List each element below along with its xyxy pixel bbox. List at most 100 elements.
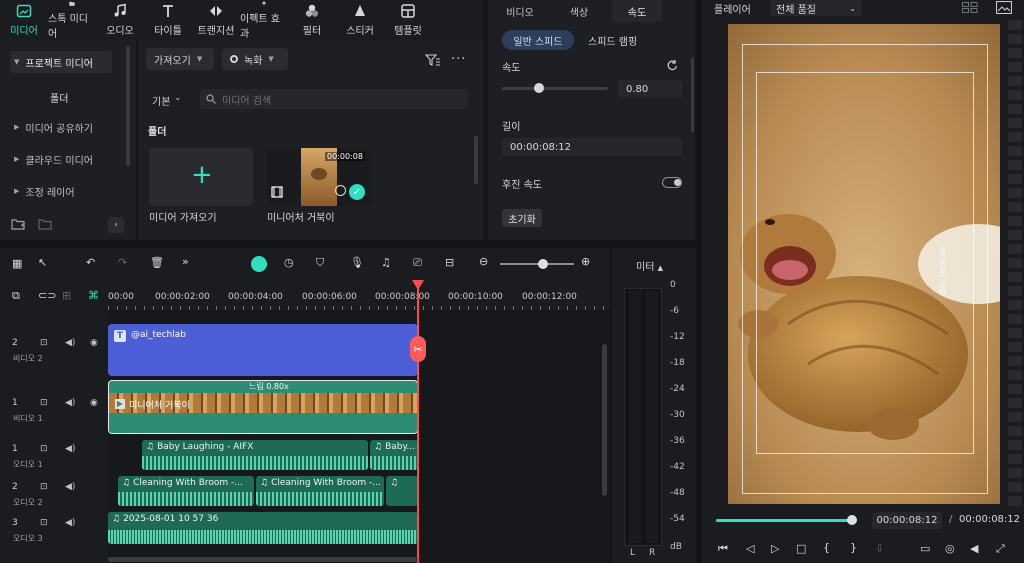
play-icon[interactable]: ▷ [771,542,779,555]
current-time[interactable]: 00:00:08:12 [872,512,942,529]
eye-icon[interactable]: ◉ [90,398,98,408]
toolbar-effects[interactable]: 이펙트 효과 [240,0,288,40]
zoom-slider-knob[interactable] [538,259,548,269]
collapse-sidebar-button[interactable]: ‹ [108,217,124,233]
snapshot-icon[interactable]: ◎ [945,542,955,555]
player-progress-knob[interactable] [847,515,857,525]
volume-icon[interactable]: ◀) [65,482,75,492]
mark-out-icon[interactable]: } [850,541,857,554]
volume-icon[interactable]: ◀) [65,398,75,408]
audio-clip-recording[interactable]: ♫ 2025-08-01 10 57 36 [108,512,418,544]
sidebar-item-folder[interactable]: 폴더 [50,90,68,105]
step-back-icon[interactable]: ◁ [746,542,754,555]
grid-view-icon[interactable] [962,2,978,13]
lock-icon[interactable]: ⊡ [40,398,48,408]
media-search[interactable]: 미디어 검색 [200,89,468,109]
filter-sort-icon[interactable] [425,53,441,67]
sidebar-item-adjustment-layer[interactable]: ▶ 조정 레이어 [10,180,112,202]
playhead[interactable] [417,280,419,563]
search-input[interactable]: 미디어 검색 [222,92,271,107]
layout-icon[interactable]: ▦ [12,257,22,270]
shield-icon[interactable]: ⛉ [316,256,324,270]
reset-button[interactable]: 초기화 [502,209,542,227]
player-progress-bar[interactable] [716,515,857,525]
timeline-vertical-scrollbar[interactable] [602,344,607,496]
toolbar-stock-media[interactable]: 스톡 미디어 [48,0,96,40]
sidebar-scrollbar[interactable] [126,46,130,166]
record-dropdown[interactable]: 녹화 ▼ [222,48,288,70]
timeline-horizontal-scrollbar[interactable] [108,557,418,562]
add-track-icon[interactable]: ⧉ [12,289,20,303]
time-ruler[interactable]: 00:00 00:00:02:00 00:00:04:00 00:00:06:0… [108,280,610,310]
zoom-in-icon[interactable]: ⊕ [581,255,590,268]
reverse-speed-toggle[interactable] [662,177,682,188]
speed-value-field[interactable]: 0.80 [618,80,682,98]
undo-icon[interactable]: ↶ [86,256,95,269]
toolbar-filters[interactable]: 필터 [288,0,336,40]
delete-icon[interactable]: 🗑 [150,256,164,269]
mark-in-icon[interactable]: { [823,541,830,554]
subtab-normal-speed[interactable]: 일반 스피드 [502,30,574,50]
title-clip[interactable]: T @ai_techlab [108,324,418,376]
eye-icon[interactable]: ◉ [90,338,98,348]
reset-speed-icon[interactable] [666,59,678,71]
previous-frame-icon[interactable]: ⏮ [718,542,728,556]
audio-clip-broom-3[interactable]: ♫ [386,476,418,506]
toolbar-transitions[interactable]: 트랜지션 [192,0,240,40]
speed-tool-icon[interactable]: ◷ [284,256,294,269]
speed-slider-knob[interactable] [534,83,545,93]
volume-icon[interactable]: ◀) [65,338,75,348]
stop-icon[interactable]: □ [796,542,806,555]
more-tools-icon[interactable]: » [182,255,189,268]
volume-icon[interactable]: ◀) [65,518,75,528]
audio-clip-broom-2[interactable]: ♫ Cleaning With Broom -... [256,476,384,506]
lock-icon[interactable]: ⊡ [40,444,48,454]
more-options-icon[interactable]: ··· [451,52,466,67]
speed-slider[interactable] [502,83,608,93]
sidebar-item-project-media[interactable]: ▼ 프로젝트 미디어 [10,51,112,73]
zoom-out-icon[interactable]: ⊖ [479,255,488,268]
folder-icon[interactable] [38,218,52,230]
microphone-icon[interactable]: 🎙 [350,256,364,269]
insert-icon[interactable]: ⇩ [875,542,884,555]
sidebar-item-cloud-media[interactable]: ▶ 클라우드 미디어 [10,148,112,170]
audio-clip-baby-2[interactable]: ♫ Baby... [370,440,418,470]
screen-record-icon[interactable]: ⎚ [413,256,422,270]
properties-scrollbar[interactable] [691,58,694,132]
redo-icon[interactable]: ↷ [118,256,127,269]
audio-clip-broom-1[interactable]: ♫ Cleaning With Broom -... [118,476,254,506]
new-folder-icon[interactable] [11,218,25,230]
ai-tool-icon[interactable] [251,256,267,272]
timeline-area[interactable]: 00:00 00:00:02:00 00:00:04:00 00:00:06:0… [108,280,610,563]
toolbar-stickers[interactable]: 스티커 [336,0,384,40]
select-tool-icon[interactable]: ↖ [38,256,47,269]
fullscreen-icon[interactable]: ⤢ [996,542,1005,556]
subtab-speed-ramping[interactable]: 스피드 램핑 [588,33,637,48]
group-icon[interactable]: ⊞ [62,289,71,302]
meter-title-dropdown[interactable]: 미터 ▲ [636,258,663,273]
import-media-tile[interactable]: + [149,148,253,206]
volume-icon[interactable]: ◀ [970,542,978,555]
lock-icon[interactable]: ⊡ [40,338,48,348]
quality-dropdown[interactable]: 전체 품질 ⌄ [770,0,862,16]
media-scrollbar[interactable] [474,136,478,184]
audio-clip-baby-laughing[interactable]: ♫ Baby Laughing - AIFX [142,440,368,470]
tab-color[interactable]: 색상 [552,0,606,22]
zoom-slider[interactable] [500,259,574,269]
toolbar-templates[interactable]: 템플릿 [384,0,432,40]
video-preview[interactable]: @ai_techlab [728,24,1000,504]
split-view-icon[interactable]: ⊟ [445,256,454,269]
scissors-icon[interactable]: ✂ [410,336,426,362]
lock-icon[interactable]: ⊡ [40,482,48,492]
import-dropdown[interactable]: 가져오기 ▼ [146,48,214,70]
volume-icon[interactable]: ◀) [65,444,75,454]
display-icon[interactable]: ▭ [920,542,930,555]
toolbar-titles[interactable]: 타이틀 [144,0,192,40]
sidebar-item-share-media[interactable]: ▶ 미디어 공유하기 [10,116,112,138]
tab-video[interactable]: 비디오 [488,0,552,22]
toolbar-audio[interactable]: 오디오 [96,0,144,40]
link-icon[interactable]: ⊂⊃ [38,289,56,302]
media-clip-turtle[interactable]: 00:00:08 ✓ [267,148,371,206]
toolbar-media[interactable]: 미디어 [0,0,48,40]
lock-icon[interactable]: ⊡ [40,518,48,528]
